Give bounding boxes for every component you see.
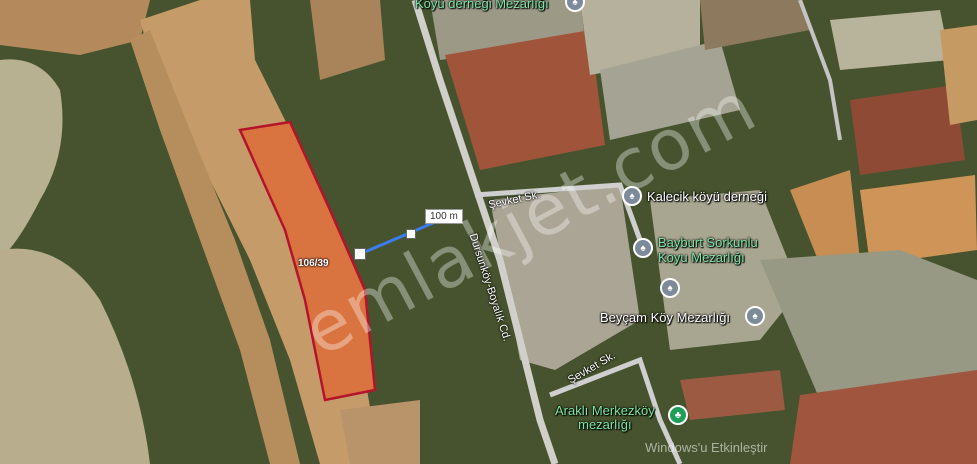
parcel-label: 106/39 bbox=[298, 258, 329, 269]
poi-label-koyu-dernegi[interactable]: Köyü derneği Mezarlığı bbox=[415, 0, 549, 11]
poi-label-beycam[interactable]: Beyçam Köy Mezarlığı bbox=[600, 310, 730, 325]
cemetery-pin-icon[interactable]: ♠ bbox=[660, 278, 680, 298]
park-pin-icon[interactable]: ♣ bbox=[668, 405, 688, 425]
poi-label-arakli[interactable]: Araklı Merkezköy mezarlığı bbox=[555, 404, 655, 432]
cemetery-pin-icon[interactable]: ♠ bbox=[745, 306, 765, 326]
poi-label-kalecik[interactable]: Kalecik köyü derneği bbox=[647, 189, 767, 204]
cemetery-pin-icon[interactable]: ♠ bbox=[622, 186, 642, 206]
windows-activation-notice: Windows'u Etkinleştir bbox=[645, 440, 768, 455]
cemetery-pin-icon[interactable]: ♠ bbox=[633, 238, 653, 258]
field-right-orange-2 bbox=[860, 175, 977, 265]
poi-label-bayburt[interactable]: Bayburt Sorkunlu Koyu Mezarlığı bbox=[658, 235, 758, 265]
field-bottom-center bbox=[340, 400, 420, 464]
measure-start-marker[interactable] bbox=[354, 248, 366, 260]
field-top-right-5 bbox=[830, 10, 950, 70]
